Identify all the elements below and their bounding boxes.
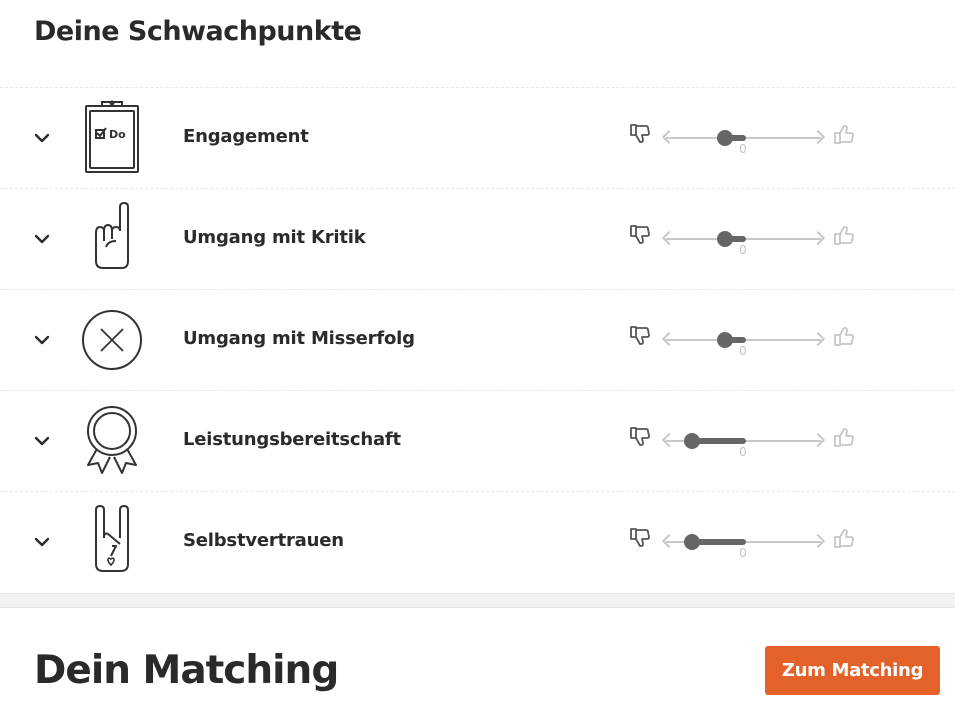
x-circle-icon [78, 302, 146, 378]
weakness-row[interactable]: Leistungsbereitschaft 0 [0, 390, 955, 491]
slider-handle[interactable] [716, 130, 733, 146]
chevron-down-icon[interactable] [32, 128, 52, 148]
clipboard-do-text: Do [109, 128, 126, 141]
thumbs-up-icon [832, 425, 856, 449]
clipboard-todo-icon: Do [78, 100, 146, 176]
chevron-down-icon[interactable] [32, 431, 52, 451]
slider-handle[interactable] [716, 231, 733, 247]
rating-slider[interactable]: 0 [628, 526, 858, 562]
thumbs-down-icon [628, 526, 652, 550]
weakness-row[interactable]: Umgang mit Kritik 0 [0, 188, 955, 289]
rock-hand-icon [78, 504, 146, 580]
rating-slider[interactable]: 0 [628, 324, 858, 360]
trait-label: Umgang mit Misserfolg [183, 328, 415, 349]
slider-handle[interactable] [684, 534, 701, 550]
rating-slider[interactable]: 0 [628, 223, 858, 259]
rating-slider[interactable]: 0 [628, 425, 858, 461]
zum-matching-button[interactable]: Zum Matching [765, 646, 940, 695]
thumbs-up-icon [832, 324, 856, 348]
trait-label: Leistungsbereitschaft [183, 429, 401, 450]
weakness-row[interactable]: Selbstvertrauen 0 [0, 491, 955, 592]
slider-fill [692, 539, 746, 545]
thumbs-down-icon [628, 425, 652, 449]
raised-index-finger-icon [78, 201, 146, 277]
thumbs-up-icon [832, 223, 856, 247]
slider-value: 0 [739, 243, 747, 257]
section-title-weaknesses: Deine Schwachpunkte [34, 16, 362, 47]
slider-value: 0 [739, 445, 747, 459]
section-title-matching: Dein Matching [34, 648, 339, 693]
chevron-down-icon[interactable] [32, 532, 52, 552]
slider-handle[interactable] [684, 433, 701, 449]
trait-label: Selbstvertrauen [183, 530, 344, 551]
weakness-row[interactable]: Do Engagement 0 [0, 87, 955, 188]
award-ribbon-icon [78, 403, 146, 479]
slider-value: 0 [739, 142, 747, 156]
thumbs-down-icon [628, 324, 652, 348]
chevron-down-icon[interactable] [32, 229, 52, 249]
weakness-row[interactable]: Umgang mit Misserfolg 0 [0, 289, 955, 390]
thumbs-up-icon [832, 526, 856, 550]
thumbs-down-icon [628, 223, 652, 247]
section-divider [0, 593, 955, 608]
slider-value: 0 [739, 344, 747, 358]
slider-handle[interactable] [716, 332, 733, 348]
chevron-down-icon[interactable] [32, 330, 52, 350]
rating-slider[interactable]: 0 [628, 122, 858, 158]
slider-value: 0 [739, 546, 747, 560]
slider-fill [692, 438, 746, 444]
trait-label: Engagement [183, 126, 309, 147]
thumbs-down-icon [628, 122, 652, 146]
trait-label: Umgang mit Kritik [183, 227, 366, 248]
thumbs-up-icon [832, 122, 856, 146]
